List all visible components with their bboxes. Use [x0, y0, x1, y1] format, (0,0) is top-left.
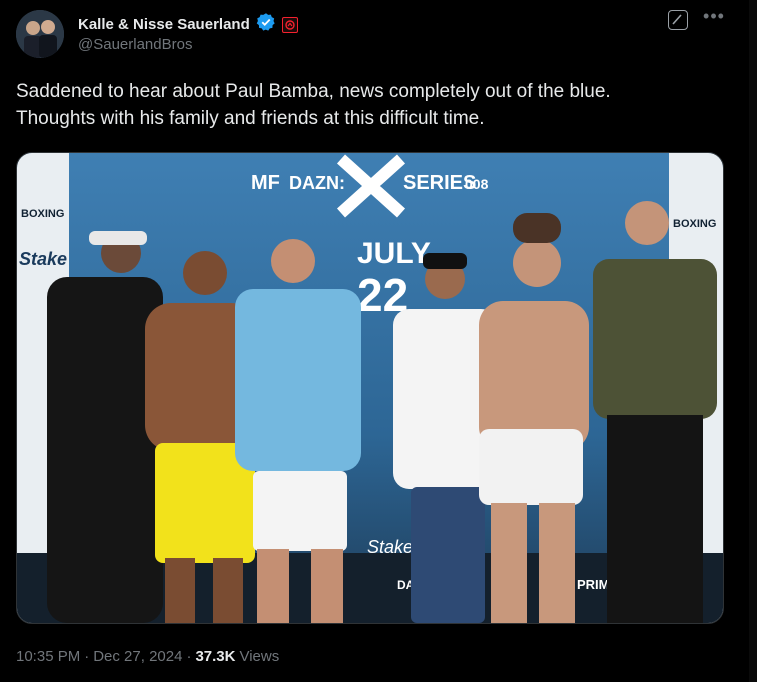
author-name-row: Kalle & Nisse Sauerland [78, 12, 298, 37]
tweet-photo[interactable]: BOXING BOXING Stake MF DAZN: SERIES 008 … [16, 152, 724, 624]
tweet-text: Saddened to hear about Paul Bamba, news … [16, 81, 611, 129]
meta-separator: · [84, 648, 90, 665]
meta-separator: · [186, 648, 192, 665]
author-avatar[interactable] [16, 10, 64, 58]
affiliate-badge-icon[interactable] [281, 16, 298, 33]
banner-series-number: 008 [465, 176, 489, 192]
banner-boxing-right: BOXING [673, 218, 716, 230]
author-display-name[interactable]: Kalle & Nisse Sauerland [78, 16, 250, 33]
stage-stake: Stake [367, 537, 413, 557]
author-handle[interactable]: @SauerlandBros [78, 36, 192, 53]
more-options-icon[interactable]: ••• [702, 7, 726, 28]
banner-mf: MF [251, 172, 280, 194]
banner-boxing-left: BOXING [21, 208, 64, 220]
views-count: 37.3K [195, 648, 236, 665]
tweet-meta: 10:35 PM · Dec 27, 2024 · 37.3K Views [16, 648, 279, 665]
banner-dazn: DAZN: [289, 173, 345, 193]
banner-date-month: JULY [357, 237, 431, 270]
tweet-date[interactable]: Dec 27, 2024 [93, 648, 182, 665]
tweet-time[interactable]: 10:35 PM [16, 648, 80, 665]
banner-stake-left: Stake [19, 249, 67, 269]
grok-icon[interactable] [668, 10, 688, 30]
views-label: Views [239, 648, 280, 665]
page-scrollbar[interactable] [749, 0, 757, 682]
verified-badge-icon [256, 12, 276, 37]
